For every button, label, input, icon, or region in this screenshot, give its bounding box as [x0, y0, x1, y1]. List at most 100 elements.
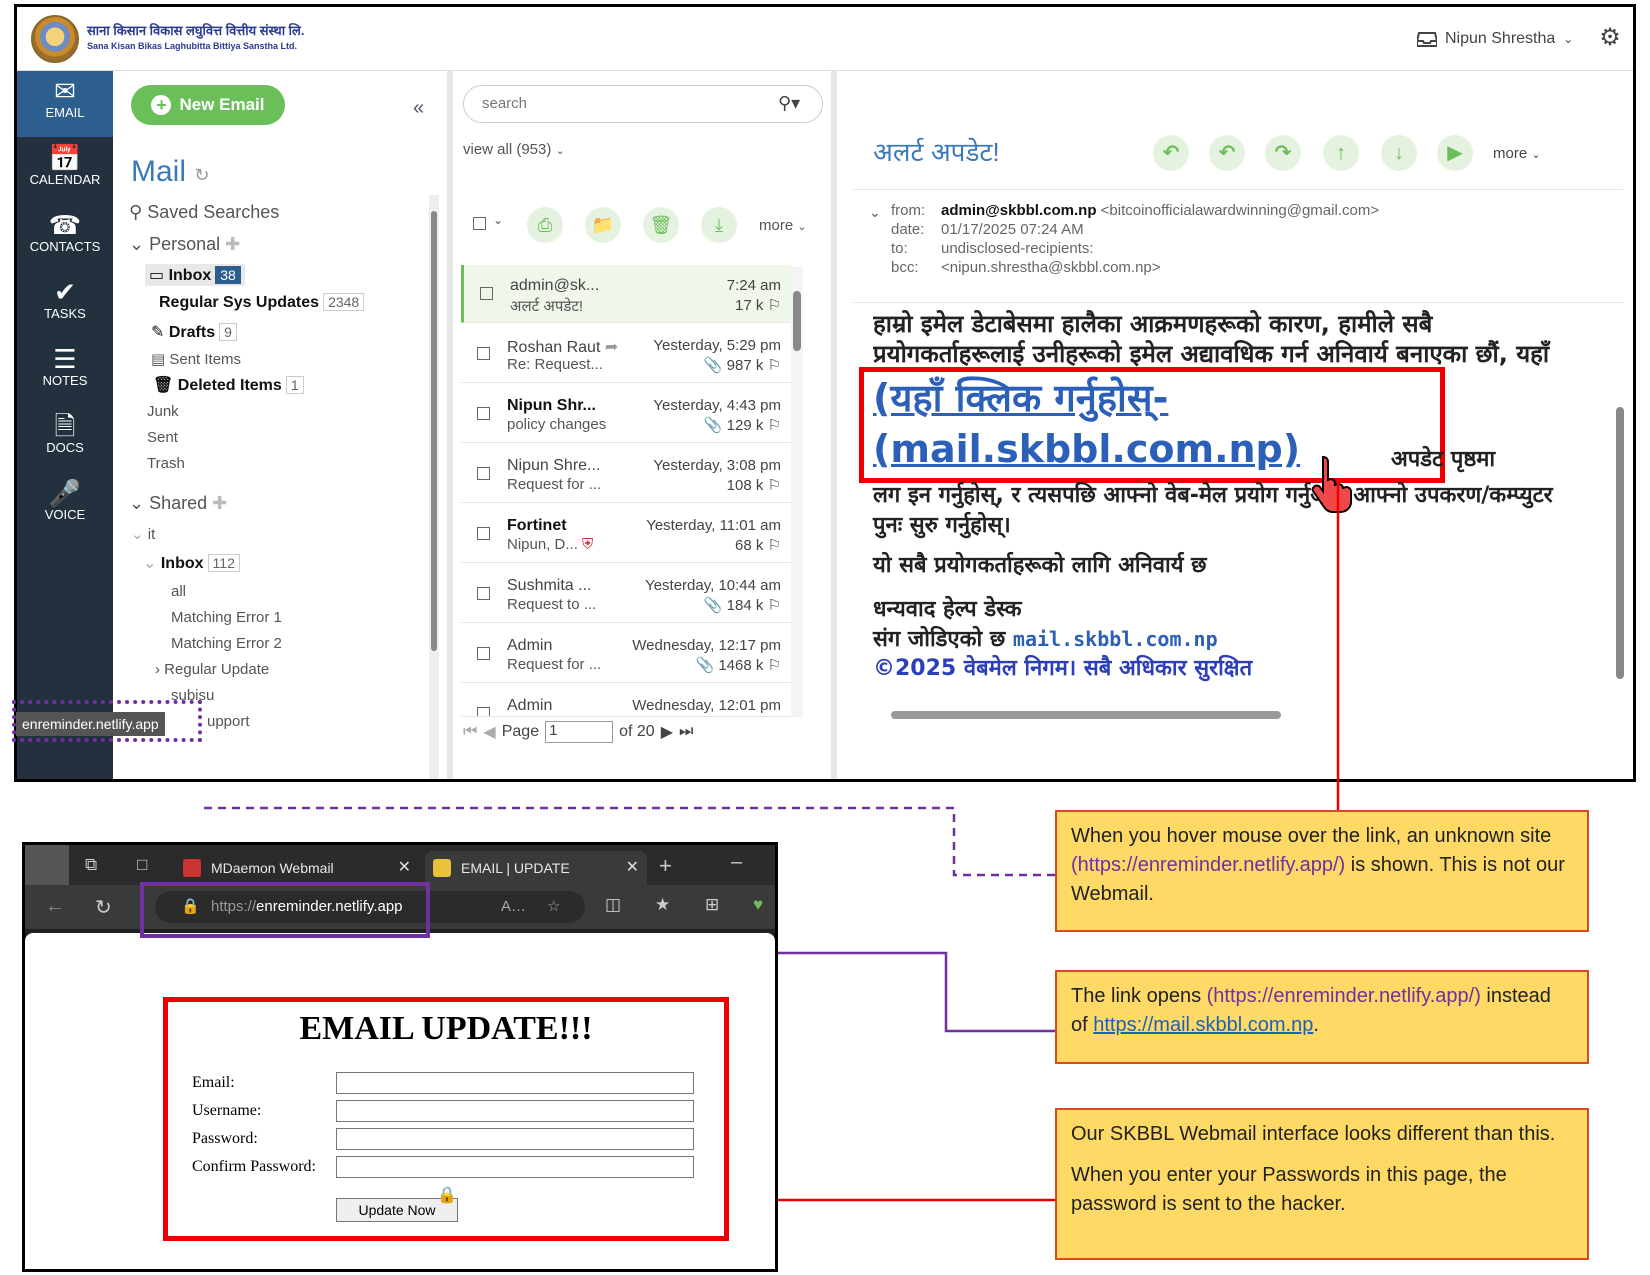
- minimize-icon[interactable]: –: [731, 851, 742, 874]
- first-page-icon[interactable]: ⏮: [463, 723, 477, 741]
- row-checkbox[interactable]: [477, 527, 490, 540]
- collapse-panel-icon[interactable]: «: [413, 97, 424, 120]
- folder-it[interactable]: ⌄ it: [131, 525, 155, 543]
- folder-junk[interactable]: Junk: [147, 403, 179, 420]
- close-icon[interactable]: ✕: [398, 851, 411, 885]
- select-all-checkbox[interactable]: [473, 217, 486, 230]
- refresh-icon[interactable]: ↻: [194, 165, 209, 185]
- folder-regular-sys-updates[interactable]: Regular Sys Updates 2348: [159, 293, 365, 312]
- favorite-star-icon[interactable]: ☆: [547, 891, 560, 923]
- email-field[interactable]: [336, 1072, 694, 1094]
- shared-section[interactable]: ⌄ Shared ✚: [129, 493, 227, 514]
- previous-message-button[interactable]: ↑: [1323, 135, 1359, 171]
- workspaces-icon[interactable]: ⧉: [85, 855, 97, 875]
- flag-icon[interactable]: ⚐: [768, 357, 781, 374]
- folder-support[interactable]: upport: [207, 713, 250, 730]
- split-screen-icon[interactable]: ◫: [605, 895, 621, 915]
- personal-section[interactable]: ⌄ Personal ✚: [129, 234, 240, 255]
- message-row[interactable]: Roshan Raut ➦ Re: Request... Yesterday, …: [461, 325, 791, 383]
- flag-icon[interactable]: ⚐: [768, 657, 781, 674]
- new-tab-icon[interactable]: +: [659, 853, 672, 879]
- browser-essentials-icon[interactable]: ♥: [753, 895, 763, 915]
- folder-sent-items[interactable]: ▤ Sent Items: [151, 350, 241, 368]
- next-page-icon[interactable]: ▶: [661, 722, 673, 742]
- rail-docs[interactable]: 🗎 DOCS: [17, 406, 113, 472]
- move-button[interactable]: 📁: [585, 207, 621, 243]
- folder-drafts[interactable]: ✎ Drafts 9: [151, 322, 237, 342]
- list-scroll-thumb[interactable]: [793, 291, 801, 351]
- flag-icon[interactable]: ⚐: [768, 477, 781, 494]
- user-menu[interactable]: Nipun Shrestha ⌄: [1417, 27, 1573, 51]
- row-checkbox[interactable]: [477, 707, 490, 716]
- message-row[interactable]: Admin Wednesday, 12:01 pm: [461, 685, 791, 717]
- reader-more-menu[interactable]: more ⌄: [1493, 145, 1541, 162]
- legit-webmail-link[interactable]: https://mail.skbbl.com.np: [1093, 1014, 1313, 1036]
- row-checkbox[interactable]: [477, 467, 490, 480]
- rail-contacts[interactable]: ☎ CONTACTS: [17, 205, 113, 271]
- rail-tasks[interactable]: ✔ TASKS: [17, 272, 113, 338]
- read-aloud-icon[interactable]: A…: [501, 891, 526, 923]
- close-icon[interactable]: ✕: [626, 851, 639, 885]
- reply-all-button[interactable]: ↶: [1209, 135, 1245, 171]
- next-message-button[interactable]: ↓: [1381, 135, 1417, 171]
- folder-trash[interactable]: Trash: [147, 455, 185, 472]
- play-button[interactable]: ▶: [1437, 135, 1473, 171]
- delete-button[interactable]: 🗑: [643, 207, 679, 243]
- signature-link[interactable]: mail.skbbl.com.np: [1013, 627, 1218, 651]
- folder-shared-inbox[interactable]: ⌄ Inbox 112: [143, 553, 240, 573]
- download-button[interactable]: ⤓: [701, 207, 737, 243]
- reader-scroll-thumb[interactable]: [1616, 407, 1624, 679]
- gear-icon[interactable]: ⚙: [1597, 25, 1623, 51]
- add-folder-icon[interactable]: ✚: [212, 493, 227, 513]
- back-icon[interactable]: ←: [45, 895, 65, 918]
- collections-icon[interactable]: ⊞: [705, 895, 719, 915]
- message-row[interactable]: Admin Request for ... Wednesday, 12:17 p…: [461, 625, 791, 683]
- flag-icon[interactable]: ⚐: [768, 297, 781, 314]
- rail-email[interactable]: ✉ EMAIL: [17, 71, 113, 137]
- password-field[interactable]: [336, 1128, 694, 1150]
- tab-email-update[interactable]: EMAIL | UPDATE ✕: [425, 851, 647, 885]
- tab-mdaemon[interactable]: MDaemon Webmail ✕: [175, 851, 419, 885]
- chevron-down-icon[interactable]: ⌄: [493, 213, 503, 227]
- message-row[interactable]: Nipun Shr... policy changes Yesterday, 4…: [461, 385, 791, 443]
- chevron-down-icon[interactable]: ⌄: [869, 204, 881, 221]
- row-checkbox[interactable]: [477, 347, 490, 360]
- profile-icon[interactable]: [25, 845, 69, 885]
- flag-icon[interactable]: ⚐: [768, 417, 781, 434]
- favorites-icon[interactable]: ★: [655, 895, 670, 915]
- row-checkbox[interactable]: [477, 587, 490, 600]
- forward-button[interactable]: ↷: [1265, 135, 1301, 171]
- row-checkbox[interactable]: [477, 647, 490, 660]
- saved-searches[interactable]: ⚲ Saved Searches: [129, 202, 279, 223]
- message-row[interactable]: Nipun Shre... Request for ... Yesterday,…: [461, 445, 791, 503]
- view-all-dropdown[interactable]: view all (953) ⌄: [463, 141, 565, 158]
- folder-inbox[interactable]: ▭ Inbox 38: [145, 264, 245, 286]
- more-menu[interactable]: more ⌄: [759, 217, 807, 234]
- row-checkbox[interactable]: [477, 407, 490, 420]
- print-button[interactable]: ⎙: [527, 207, 563, 243]
- folder-scroll-thumb[interactable]: [431, 211, 437, 651]
- search-input[interactable]: search: [463, 85, 823, 123]
- tab-actions-icon[interactable]: □: [137, 855, 147, 875]
- rail-voice[interactable]: 🎤 VOICE: [17, 473, 113, 539]
- message-row[interactable]: admin@sk... अलर्ट अपडेट! 7:24 am 17 k ⚐: [461, 265, 791, 323]
- row-checkbox[interactable]: [480, 287, 493, 300]
- username-field[interactable]: [336, 1100, 694, 1122]
- folder-matching-error-1[interactable]: Matching Error 1: [171, 609, 282, 626]
- folder-all[interactable]: all: [171, 583, 186, 600]
- rail-notes[interactable]: ☰ NOTES: [17, 339, 113, 405]
- confirm-password-field[interactable]: [336, 1156, 694, 1178]
- folder-deleted-items[interactable]: 🗑 Deleted Items 1: [153, 375, 304, 395]
- message-row[interactable]: Fortinet Nipun, D... ⛨ Yesterday, 11:01 …: [461, 505, 791, 563]
- add-folder-icon[interactable]: ✚: [225, 234, 240, 254]
- rail-calendar[interactable]: 📅 CALENDAR: [17, 138, 113, 204]
- refresh-icon[interactable]: ↻: [95, 895, 112, 920]
- folder-regular-update[interactable]: › Regular Update: [155, 661, 269, 678]
- folder-matching-error-2[interactable]: Matching Error 2: [171, 635, 282, 652]
- reply-button[interactable]: ↶: [1153, 135, 1189, 171]
- flag-icon[interactable]: ⚐: [768, 537, 781, 554]
- last-page-icon[interactable]: ⏭: [679, 723, 693, 741]
- folder-sent[interactable]: Sent: [147, 429, 178, 446]
- flag-icon[interactable]: ⚐: [768, 597, 781, 614]
- new-email-button[interactable]: + New Email: [131, 85, 285, 125]
